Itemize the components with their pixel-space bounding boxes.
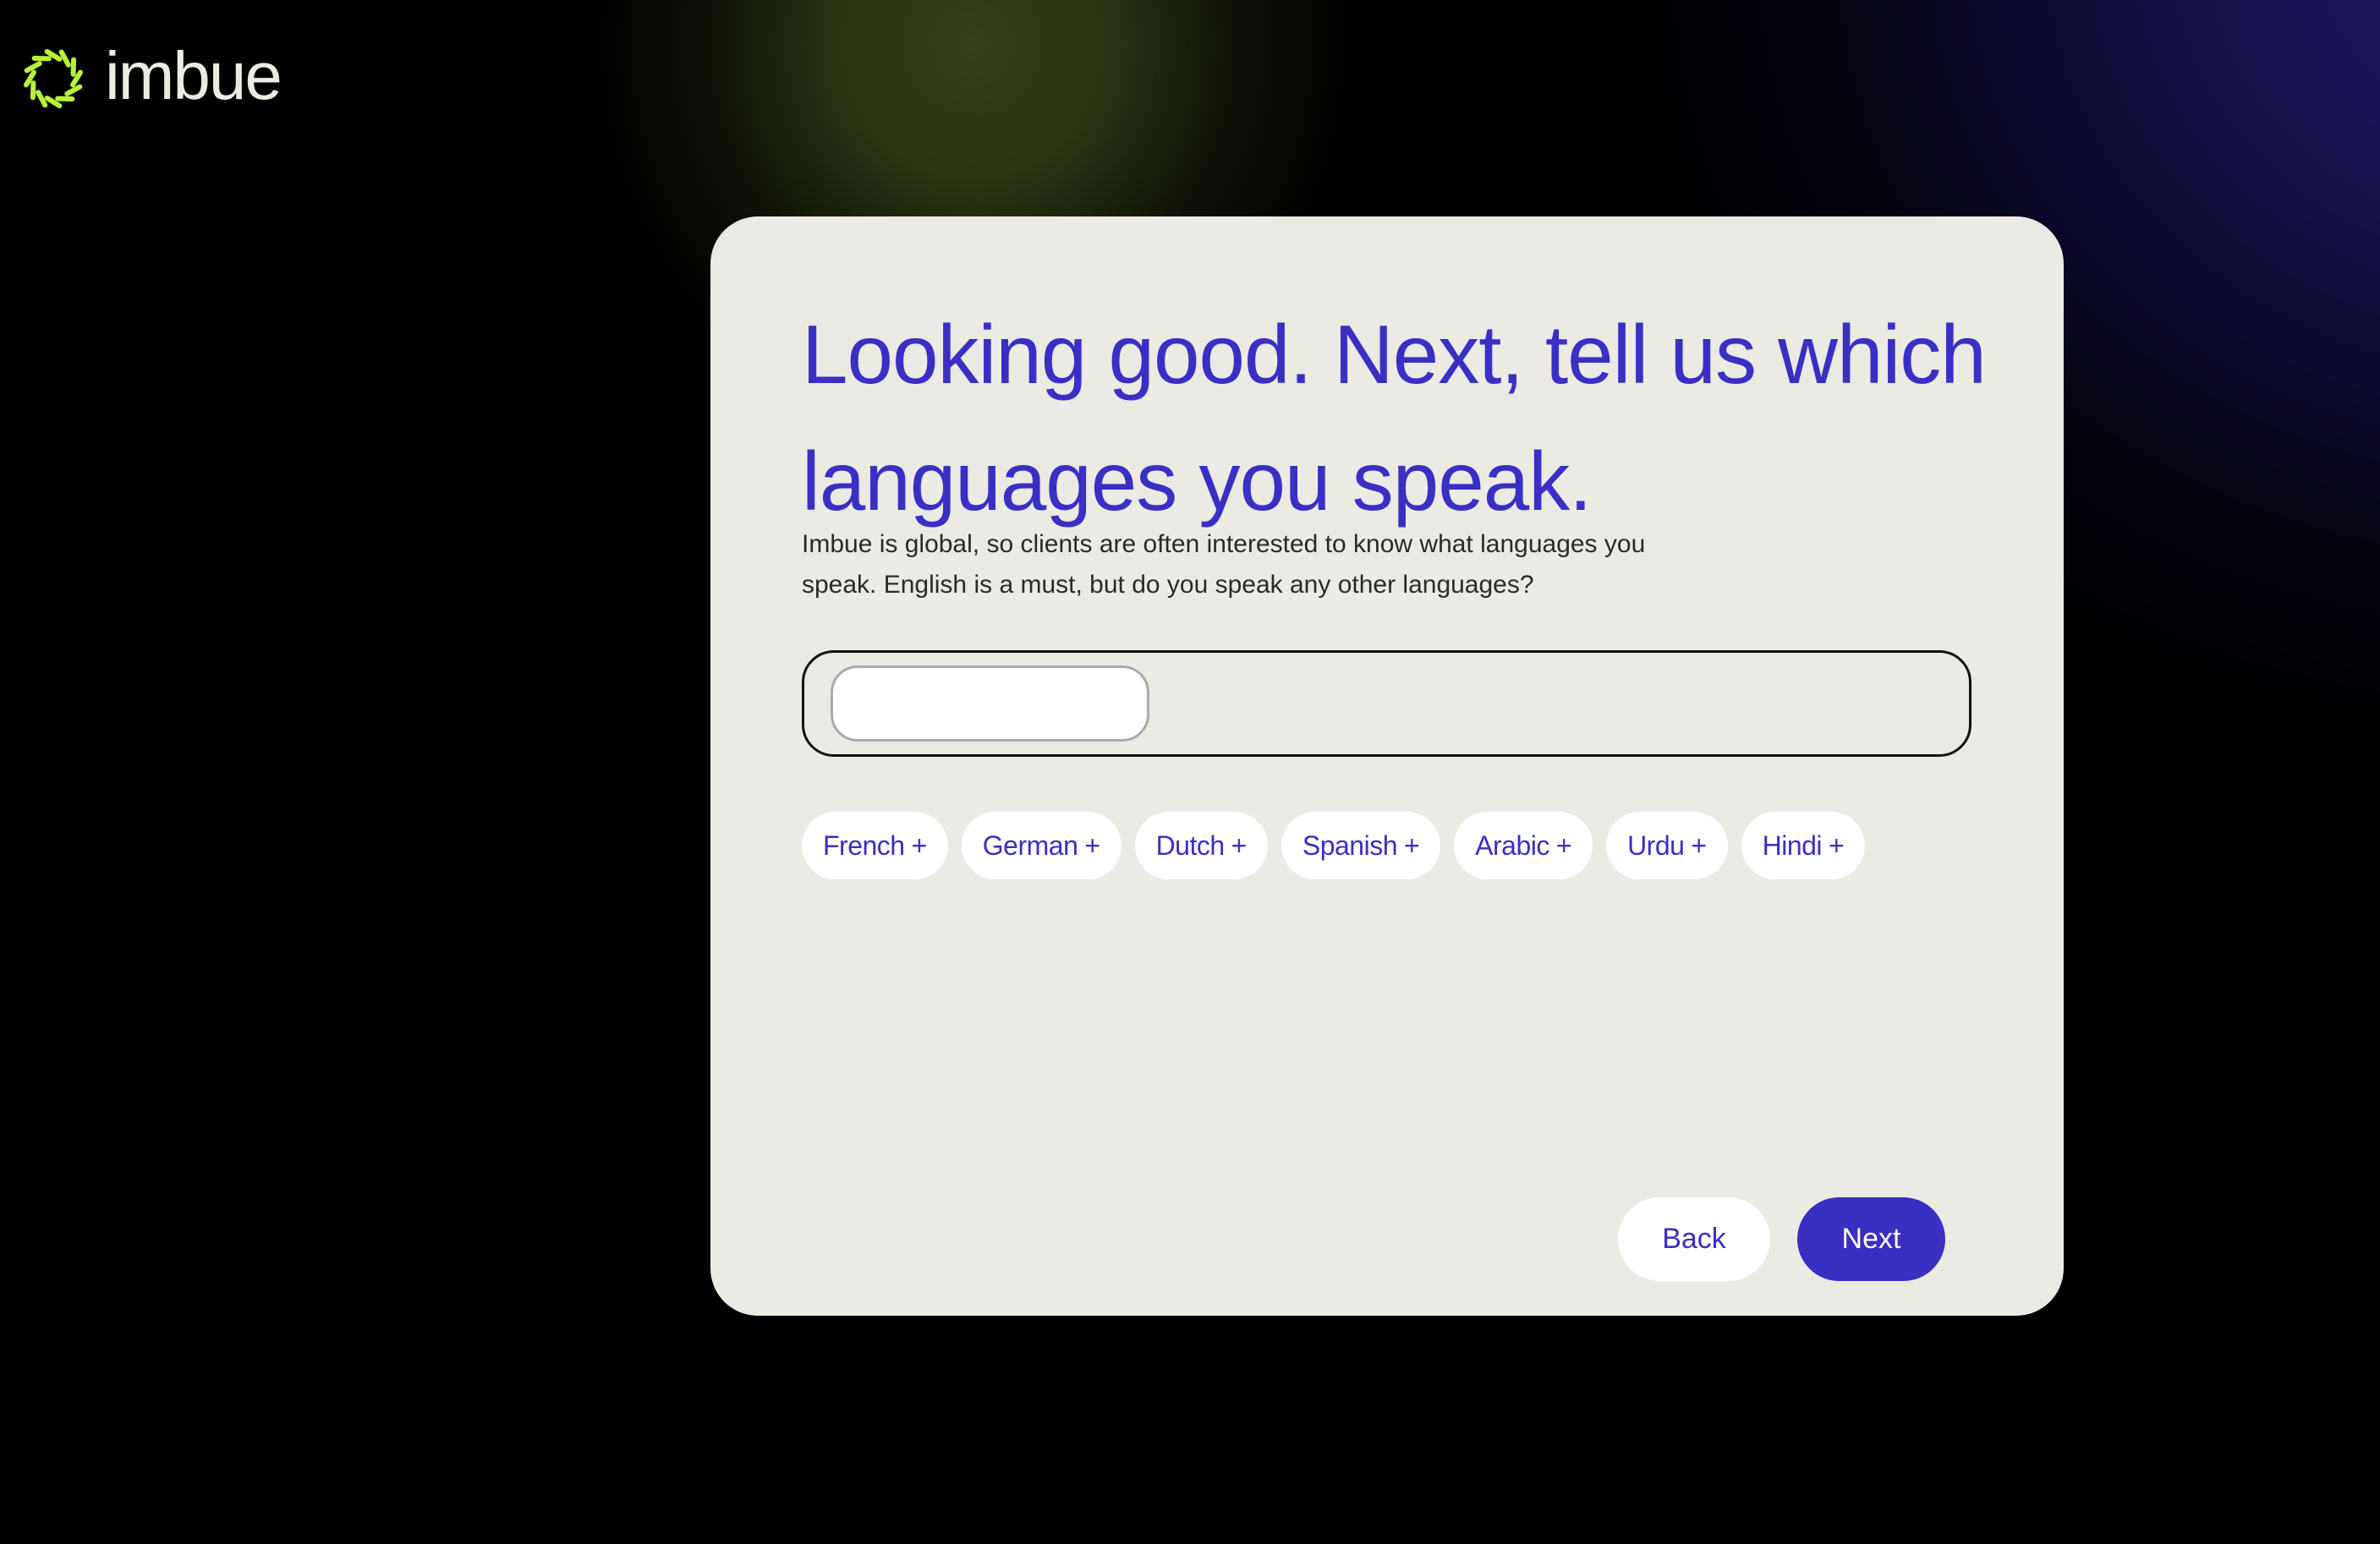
plus-icon: + <box>1829 829 1845 861</box>
suggestion-chip-urdu[interactable]: Urdu + <box>1606 812 1728 879</box>
chip-label: Arabic <box>1475 829 1549 861</box>
chip-label: Spanish <box>1302 829 1398 861</box>
language-suggestions: French + German + Dutch + Spanish + Arab… <box>802 812 1866 879</box>
plus-icon: + <box>911 829 928 861</box>
chip-label: German <box>982 829 1078 861</box>
logo-dash <box>36 90 48 108</box>
plus-icon: + <box>1231 829 1248 861</box>
chip-label: Hindi <box>1762 829 1823 861</box>
next-button[interactable]: Next <box>1797 1197 1945 1281</box>
sunburst-dashes-icon <box>23 48 84 109</box>
suggestion-chip-dutch[interactable]: Dutch + <box>1134 812 1268 879</box>
brand-wordmark: imbue <box>105 38 282 113</box>
plus-icon: + <box>1084 829 1100 861</box>
back-button[interactable]: Back <box>1618 1197 1770 1281</box>
page-subtitle: Imbue is global, so clients are often in… <box>802 530 1646 599</box>
plus-icon: + <box>1691 829 1707 861</box>
suggestion-chip-spanish[interactable]: Spanish + <box>1280 812 1441 879</box>
logo-dash <box>64 84 83 96</box>
language-selector-box[interactable] <box>802 650 1971 757</box>
chip-label: Dutch <box>1155 829 1226 861</box>
chip-label: French <box>823 829 905 861</box>
suggestion-chip-hindi[interactable]: Hindi + <box>1741 812 1866 879</box>
page-title: Looking good. Next, tell us which langua… <box>802 308 1987 528</box>
logo-dash <box>58 49 71 68</box>
plus-icon: + <box>1403 829 1420 861</box>
chip-label: Urdu <box>1627 829 1685 861</box>
suggestion-chip-french[interactable]: French + <box>802 812 948 879</box>
suggestion-chip-arabic[interactable]: Arabic + <box>1454 812 1593 879</box>
suggestion-chip-german[interactable]: German + <box>961 812 1121 879</box>
logo-dash <box>24 61 42 74</box>
plus-icon: + <box>1555 829 1572 861</box>
onboarding-card: Looking good. Next, tell us which langua… <box>710 216 2064 1316</box>
language-search-input[interactable] <box>831 665 1149 742</box>
brand-logo[interactable]: imbue <box>17 38 282 117</box>
